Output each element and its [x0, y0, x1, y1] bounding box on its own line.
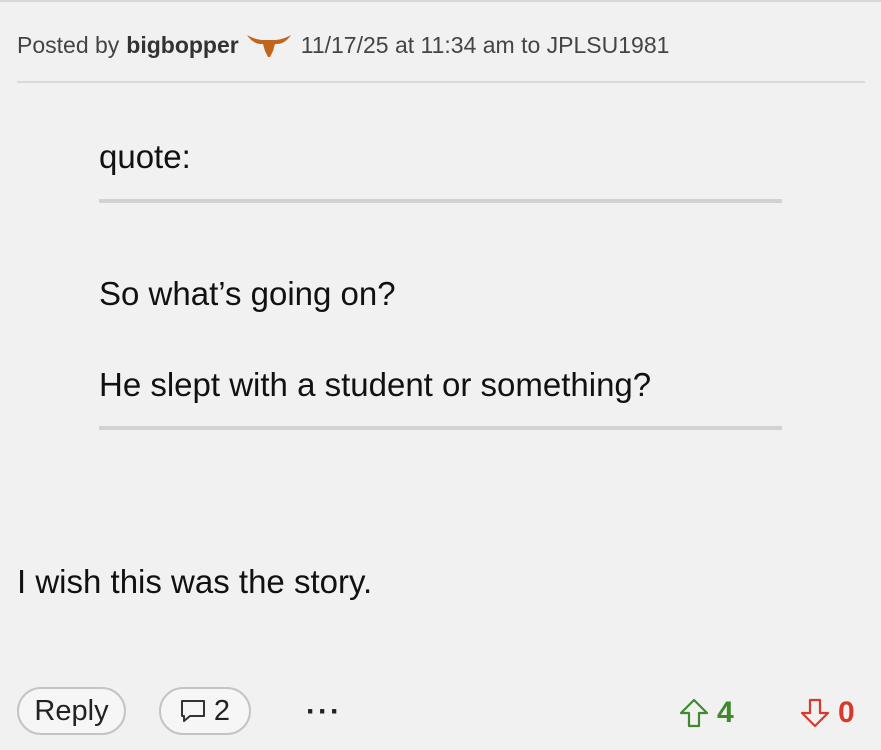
quote-bottom-rule [99, 426, 782, 430]
quote-label: quote: [99, 138, 191, 175]
quote-line: He slept with a student or something? [99, 366, 652, 403]
reply-button[interactable]: Reply [17, 687, 126, 735]
author-link[interactable]: bigbopper [126, 32, 238, 59]
post-header: Posted by bigbopper 11/17/25 at 11:34 am… [17, 27, 669, 63]
comment-count: 2 [213, 694, 231, 727]
post-body: I wish this was the story. [17, 563, 373, 600]
more-options-button[interactable]: ··· [300, 690, 348, 734]
upvote-count: 4 [717, 696, 734, 729]
quote-line: So what’s going on? [99, 275, 396, 312]
longhorn-icon [246, 31, 292, 59]
arrow-down-icon [800, 698, 830, 728]
comment-icon [180, 699, 206, 723]
header-divider [17, 81, 865, 83]
top-border [0, 0, 881, 2]
upvote-button[interactable]: 4 [679, 693, 734, 733]
reply-label: Reply [34, 694, 109, 727]
comments-button[interactable]: 2 [159, 687, 251, 735]
post-meta: 11/17/25 at 11:34 am to JPLSU1981 [300, 31, 670, 58]
downvote-button[interactable]: 0 [800, 693, 855, 733]
quote-top-rule [99, 199, 782, 203]
posted-by-label: Posted by [17, 31, 120, 58]
downvote-count: 0 [838, 696, 855, 729]
arrow-up-icon [679, 698, 709, 728]
